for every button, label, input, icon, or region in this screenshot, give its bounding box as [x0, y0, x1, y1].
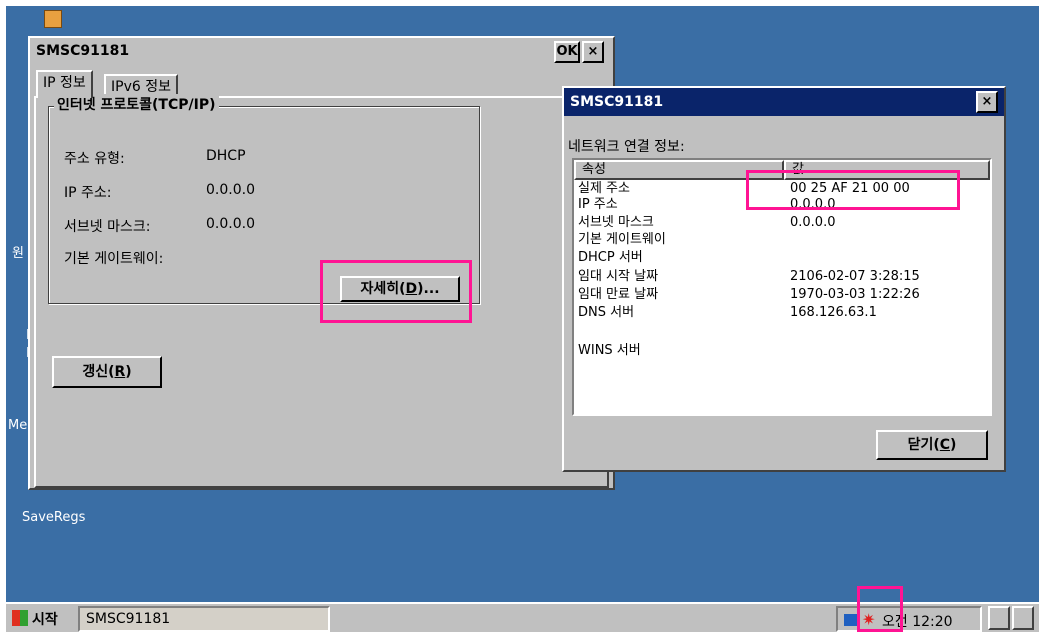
desktop-icon-label[interactable]: SaveRegs: [22, 510, 85, 525]
ip-address-value: 0.0.0.0: [206, 182, 255, 198]
close-button-mnemonic: C: [939, 437, 951, 453]
list-item[interactable]: WINS 서버: [578, 342, 988, 360]
keyboard-icon[interactable]: [1012, 606, 1034, 630]
tray-highlight: [857, 586, 903, 632]
list-item[interactable]: DHCP 서버: [578, 249, 988, 267]
property-cell: 임대 만료 날짜: [578, 287, 659, 302]
close-button-prefix: 닫기(: [907, 437, 940, 453]
address-type-value: DHCP: [206, 148, 246, 164]
address-type-label: 주소 유형:: [64, 151, 125, 167]
list-item[interactable]: 임대 시작 날짜 2106-02-07 3:28:15: [578, 268, 988, 286]
tab-ip-info[interactable]: IP 정보: [36, 70, 93, 98]
list-item[interactable]: [578, 322, 988, 340]
refresh-button-mnemonic: R: [114, 364, 126, 380]
value-cell: 2106-02-07 3:28:15: [790, 269, 920, 284]
desktop-icon-label[interactable]: 원: [12, 242, 24, 261]
window-title: SMSC91181: [36, 43, 130, 59]
gateway-label: 기본 게이트웨이:: [64, 251, 164, 267]
property-cell: 서브넷 마스크: [578, 215, 654, 230]
list-item[interactable]: 서브넷 마스크 0.0.0.0: [578, 214, 988, 232]
close-button[interactable]: 닫기(C): [876, 430, 988, 460]
refresh-button[interactable]: 갱신(R): [52, 356, 162, 388]
task-button-label: SMSC91181: [86, 611, 171, 627]
window-title: SMSC91181: [564, 88, 1004, 116]
start-button[interactable]: 시작: [8, 606, 74, 630]
value-cell: 0.0.0.0: [790, 215, 836, 230]
windows-logo-icon: [12, 610, 28, 626]
desktop-document-icon[interactable]: [44, 10, 62, 28]
close-icon[interactable]: ×: [976, 91, 998, 113]
ok-button[interactable]: OK: [554, 41, 580, 63]
value-cell: 168.126.63.1: [790, 305, 877, 320]
close-button-suffix: ): [950, 437, 957, 453]
property-cell: 임대 시작 날짜: [578, 269, 659, 284]
close-icon[interactable]: ×: [582, 41, 604, 63]
refresh-button-prefix: 갱신(: [82, 364, 115, 380]
details-highlight: [320, 260, 472, 323]
subnet-mask-label: 서브넷 마스크:: [64, 219, 151, 235]
ip-address-label: IP 주소:: [64, 185, 112, 201]
property-cell: WINS 서버: [578, 343, 641, 358]
property-cell: DNS 서버: [578, 305, 635, 320]
property-cell: 기본 게이트웨이: [578, 232, 666, 247]
start-label: 시작: [32, 612, 58, 628]
list-item[interactable]: 기본 게이트웨이: [578, 231, 988, 249]
refresh-button-suffix: ): [125, 364, 132, 380]
list-item[interactable]: DNS 서버 168.126.63.1: [578, 304, 988, 322]
value-cell: 1970-03-03 1:22:26: [790, 287, 920, 302]
network-icon[interactable]: [844, 614, 858, 626]
network-info-caption: 네트워크 연결 정보:: [568, 139, 685, 155]
property-cell: IP 주소: [578, 197, 618, 212]
mac-address-highlight: [746, 170, 960, 210]
desktop-icon-label[interactable]: Me: [8, 418, 27, 433]
desktop-toggle-icon[interactable]: [988, 606, 1010, 630]
tab-ipv6-info[interactable]: IPv6 정보: [104, 74, 178, 96]
property-cell: DHCP 서버: [578, 250, 643, 265]
details-window: SMSC91181 × 네트워크 연결 정보: 속성 값 실제 주소 00 25…: [562, 86, 1006, 472]
list-item[interactable]: 임대 만료 날짜 1970-03-03 1:22:26: [578, 286, 988, 304]
taskbar-button-smsc91181[interactable]: SMSC91181: [78, 606, 330, 632]
subnet-mask-value: 0.0.0.0: [206, 216, 255, 232]
